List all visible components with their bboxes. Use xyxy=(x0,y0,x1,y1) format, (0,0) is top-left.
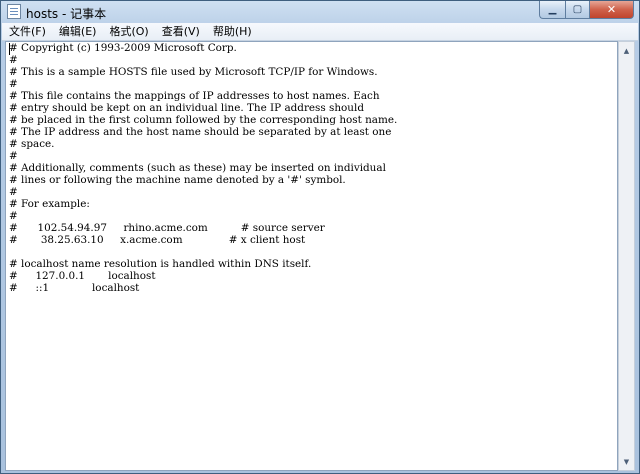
window-controls: ▁ ▢ ✕ xyxy=(539,1,634,19)
maximize-button[interactable]: ▢ xyxy=(565,1,590,19)
menu-format[interactable]: 格式(O) xyxy=(102,23,154,40)
menu-view[interactable]: 查看(V) xyxy=(155,23,206,40)
title-bar[interactable]: hosts - 记事本 ▁ ▢ ✕ xyxy=(1,1,639,23)
notepad-icon xyxy=(7,4,21,19)
vertical-scrollbar[interactable]: ▲ ▼ xyxy=(618,41,635,471)
scroll-down-icon[interactable]: ▼ xyxy=(619,453,634,470)
hosts-file-content[interactable]: # Copyright (c) 1993-2009 Microsoft Corp… xyxy=(9,42,397,294)
minimize-button[interactable]: ▁ xyxy=(539,1,565,19)
text-editor-area[interactable]: # Copyright (c) 1993-2009 Microsoft Corp… xyxy=(5,41,618,471)
scroll-up-icon[interactable]: ▲ xyxy=(619,42,634,59)
menu-file[interactable]: 文件(F) xyxy=(2,23,52,40)
close-button[interactable]: ✕ xyxy=(590,1,634,19)
text-caret xyxy=(9,43,10,55)
menu-edit[interactable]: 编辑(E) xyxy=(52,23,103,40)
menu-help[interactable]: 帮助(H) xyxy=(206,23,258,40)
window-title: hosts - 记事本 xyxy=(26,7,107,21)
notepad-window: hosts - 记事本 ▁ ▢ ✕ 文件(F) 编辑(E) 格式(O) 查看(V… xyxy=(0,0,640,474)
menu-bar: 文件(F) 编辑(E) 格式(O) 查看(V) 帮助(H) xyxy=(2,23,638,41)
